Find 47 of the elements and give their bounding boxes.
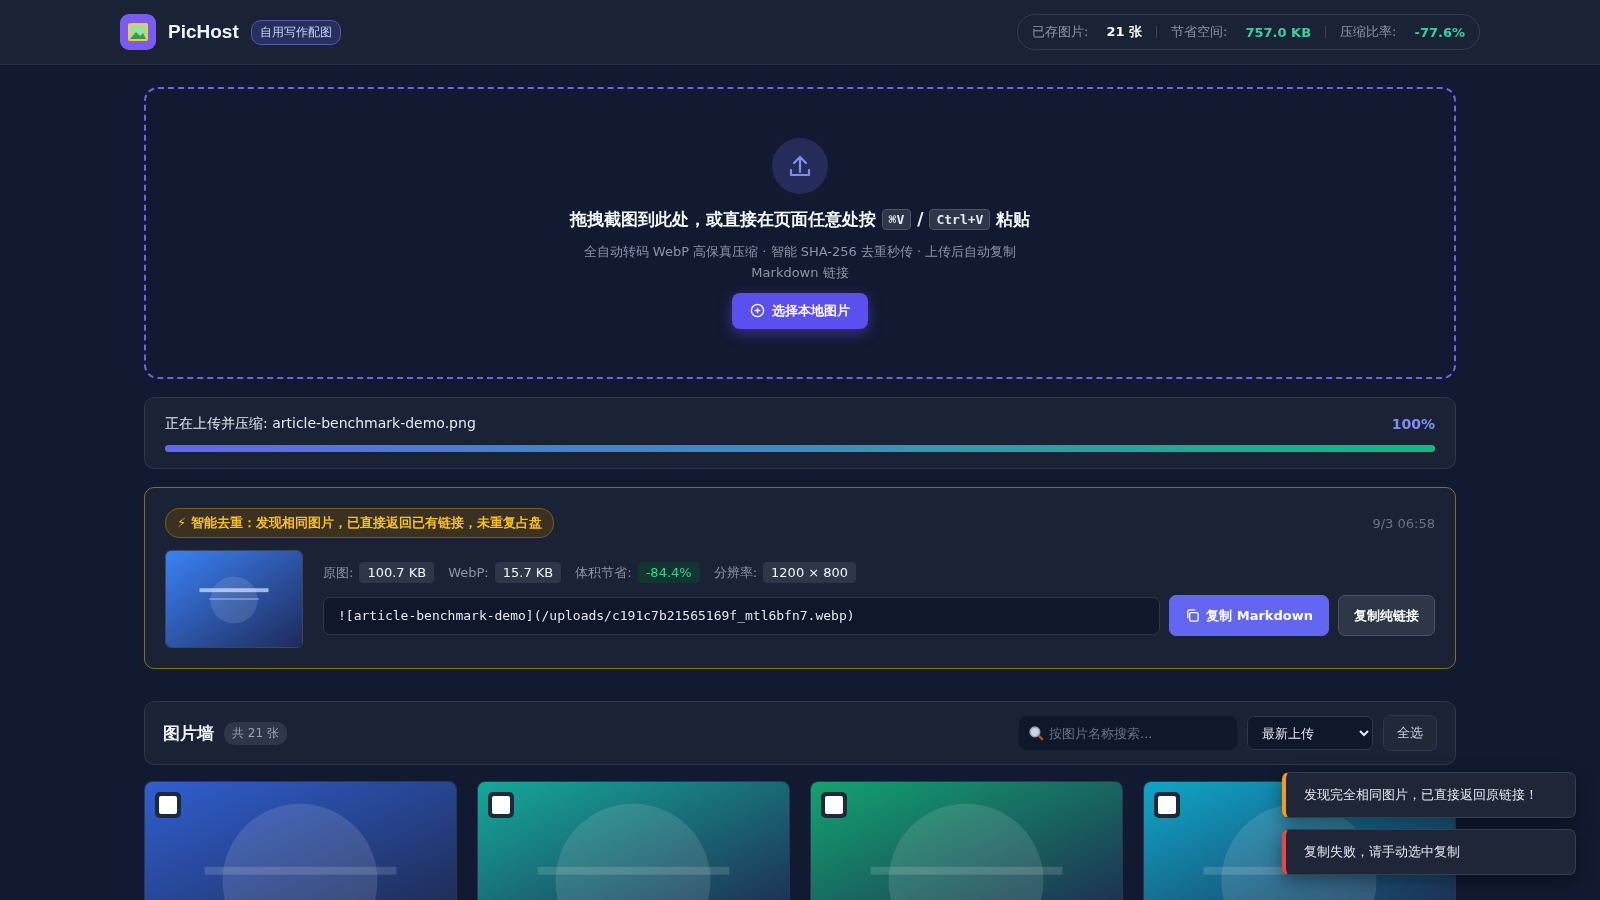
select-all-button[interactable]: 全选: [1383, 715, 1437, 751]
meta-value: -84.4%: [637, 562, 700, 583]
meta-value: 100.7 KB: [359, 562, 435, 583]
select-checkbox[interactable]: [1154, 792, 1180, 818]
select-checkbox[interactable]: [155, 792, 181, 818]
search-field[interactable]: 按图片名称搜索...: [1019, 716, 1237, 750]
sort-select[interactable]: 最新上传: [1247, 716, 1373, 750]
meta-label: 分辨率:: [713, 563, 758, 582]
dedupe-notice: ⚡ 智能去重：发现相同图片，已直接返回已有链接，未重复占盘: [165, 508, 554, 538]
stat-label: 已存图片:: [1032, 23, 1089, 41]
copy-link-button[interactable]: 复制纯链接: [1338, 595, 1435, 636]
upload-icon: [772, 137, 828, 194]
key-hint: Ctrl+V: [929, 208, 991, 230]
copy-icon: [1185, 608, 1201, 623]
drop-zone[interactable]: 拖拽截图到此处，或直接在页面任意处按 ⌘V / Ctrl+V 粘贴 全自动转码 WebP 高保真压缩 · 智能 SHA-256 去重秒传 · 上传后自动复制 Markdown 链接 选择本地图片: [144, 87, 1456, 379]
meta-label: 体积节省:: [575, 563, 632, 582]
toast-message: 复制失败，请手动选中复制: [1282, 829, 1576, 875]
separator-text: /: [917, 209, 924, 229]
stat-label: 压缩比率:: [1340, 23, 1397, 41]
upload-time: 9/3 06:58: [1372, 515, 1435, 531]
brand-tag: 自用写作配图: [250, 19, 341, 45]
drop-title: 粘贴: [996, 207, 1031, 231]
meta-label: WebP:: [448, 565, 489, 580]
search-icon: [1028, 725, 1045, 742]
image-count: 共 21 张: [224, 721, 287, 745]
choose-file-button[interactable]: 选择本地图片: [732, 292, 868, 329]
select-checkbox[interactable]: [821, 792, 847, 818]
markdown-field[interactable]: ![article-benchmark-demo](/uploads/c191c7b21565169f_mtl6bfn7.webp): [323, 596, 1161, 635]
stat-label: 节省空间:: [1171, 23, 1228, 41]
logo-icon: [120, 14, 156, 50]
copy-markdown-button[interactable]: 复制 Markdown: [1169, 595, 1329, 636]
plus-circle-icon: [750, 303, 765, 318]
stat-value: 757.0 KB: [1245, 24, 1312, 40]
gallery-title: 图片墙: [163, 721, 214, 745]
meta-value: 15.7 KB: [494, 562, 562, 583]
toast-message: 发现完全相同图片，已直接返回原链接！: [1282, 772, 1576, 818]
key-hint: ⌘V: [881, 208, 912, 230]
stat-value: 21 张: [1106, 23, 1143, 41]
brand-name: PicHost: [168, 21, 239, 43]
select-checkbox[interactable]: [488, 792, 514, 818]
progress-percent: 100%: [1391, 416, 1435, 432]
meta-label: 原图:: [323, 563, 354, 582]
progress-label: 正在上传并压缩: article-benchmark-demo.png: [165, 415, 476, 433]
stat-value: -77.6%: [1414, 24, 1465, 40]
drop-subtitle: 全自动转码 WebP 高保真压缩 · 智能 SHA-256 去重秒传 · 上传后自动复制 Markdown 链接: [582, 242, 1018, 282]
drop-title: 拖拽截图到此处，或直接在页面任意处按: [569, 207, 876, 231]
meta-value: 1200 × 800: [763, 562, 857, 583]
